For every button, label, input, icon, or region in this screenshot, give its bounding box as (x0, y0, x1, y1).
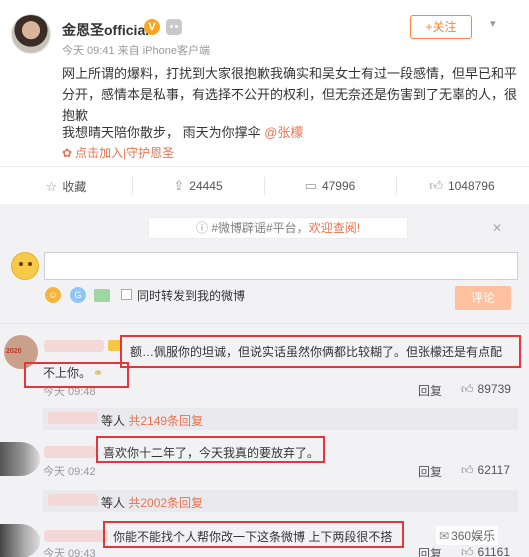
repost-checkbox-label: 同时转发到我的微博 (137, 289, 246, 303)
comment-like-button[interactable]: 👍︎ 61161 (461, 545, 510, 557)
favorite-label: 收藏 (62, 180, 87, 194)
highlight-box (24, 362, 129, 388)
sub-replies-more-link[interactable]: 共2149条回复 (128, 414, 203, 428)
comment-count: 47996 (321, 179, 356, 193)
commenter-name[interactable] (44, 340, 104, 352)
chevron-down-icon[interactable]: ▾ (490, 17, 496, 30)
comment-input[interactable] (44, 252, 518, 280)
divider (0, 323, 529, 324)
reply-button[interactable]: 回复 (418, 463, 442, 480)
wechat-icon: ✉ (439, 529, 450, 543)
post-body-line2: 我想晴天陪你散步， 雨天为你撑伞 @张檬 (62, 122, 303, 141)
author-name[interactable]: 金恩圣official (62, 20, 149, 40)
comment-like-count: 89739 (477, 382, 511, 396)
post-meta: 今天 09:41 来自 iPhone客户端 (62, 42, 210, 58)
flower-icon: ✿ (62, 146, 73, 160)
thumbs-up-icon: 👍︎ (461, 545, 474, 557)
repost-checkbox[interactable] (121, 289, 132, 300)
reply-button[interactable]: 回复 (418, 382, 442, 399)
image-icon[interactable] (94, 289, 110, 302)
my-avatar (11, 252, 39, 280)
thumbs-up-icon: 👍︎ (461, 382, 474, 396)
mention-link[interactable]: @张檬 (264, 125, 303, 140)
author-avatar[interactable] (11, 14, 51, 54)
sub-reply-names[interactable] (48, 412, 98, 424)
commenter-avatar[interactable] (0, 524, 40, 557)
highlight-box (103, 521, 404, 548)
star-icon: ☆ (45, 179, 58, 194)
robot-icon (166, 19, 182, 35)
sub-replies-summary: 等人 共2149条回复 (101, 412, 203, 429)
commenter-name[interactable] (44, 530, 108, 542)
comment-like-count: 62117 (477, 463, 511, 477)
post-source: 来自 iPhone客户端 (117, 45, 210, 57)
comment-time: 今天 09:42 (43, 466, 96, 478)
watermark: ✉ 360娱乐 (436, 526, 499, 545)
sub-replies-prefix: 等人 (101, 496, 129, 510)
comment-like-count: 61161 (477, 545, 511, 557)
thumbs-up-icon: 👍︎ (429, 178, 443, 193)
emoji-icon[interactable]: ☺ (45, 287, 61, 303)
thumbs-up-icon: 👍︎ (461, 463, 474, 477)
post-body: 网上所谓的爆料，打扰到大家很抱歉我确实和吴女士有过一段感情，但早已和平分开，感情… (62, 66, 518, 123)
favorite-button[interactable]: ☆ 收藏 (0, 178, 132, 195)
commenter-name[interactable] (44, 446, 96, 458)
comment-like-button[interactable]: 👍︎ 89739 (461, 382, 511, 397)
comment-time: 今天 09:43 (43, 548, 96, 557)
super-topic-link[interactable]: ✿ 点击加入|守护恩圣 (62, 144, 174, 161)
repost-button[interactable]: ⇪ 24445 (132, 178, 264, 194)
highlight-box (96, 436, 325, 463)
super-topic-label: 点击加入|守护恩圣 (75, 146, 175, 160)
close-icon[interactable]: ✕ (492, 221, 502, 235)
repost-icon: ⇪ (173, 178, 185, 193)
like-button[interactable]: 👍︎ 1048796 (396, 178, 528, 194)
notice-link[interactable]: 欢迎查阅! (309, 221, 360, 235)
follow-button[interactable]: +关注 (410, 15, 472, 39)
action-bar: ☆ 收藏 ⇪ 24445 ▭ 47996 👍︎ 1048796 (0, 166, 529, 204)
commenter-avatar[interactable] (0, 442, 40, 476)
submit-comment-button[interactable]: 评论 (455, 286, 511, 310)
highlight-box (120, 335, 521, 368)
like-count: 1048796 (447, 179, 495, 193)
comment-like-button[interactable]: 👍︎ 62117 (461, 463, 510, 478)
gif-icon[interactable]: G (70, 287, 86, 303)
post-time[interactable]: 今天 09:41 (62, 45, 115, 57)
comment-button[interactable]: ▭ 47996 (264, 178, 396, 194)
comment-icon: ▭ (304, 178, 317, 193)
sub-reply-names[interactable] (48, 494, 98, 506)
repost-count: 24445 (189, 179, 223, 193)
v-badge-icon: V (144, 19, 160, 35)
sub-replies-summary: 等人 共2002条回复 (101, 494, 203, 511)
notice-text: #微博辟谣#平台， (211, 221, 309, 235)
sub-replies-prefix: 等人 (101, 414, 129, 428)
post-body-line2-text: 我想晴天陪你散步， 雨天为你撑伞 (62, 125, 265, 140)
sub-replies-more-link[interactable]: 共2002条回复 (128, 496, 203, 510)
reply-button[interactable]: 回复 (418, 545, 442, 557)
info-icon: ⓘ (195, 221, 208, 235)
watermark-text: 360娱乐 (451, 529, 496, 543)
rumor-notice: ⓘ #微博辟谣#平台，欢迎查阅! (148, 217, 408, 239)
